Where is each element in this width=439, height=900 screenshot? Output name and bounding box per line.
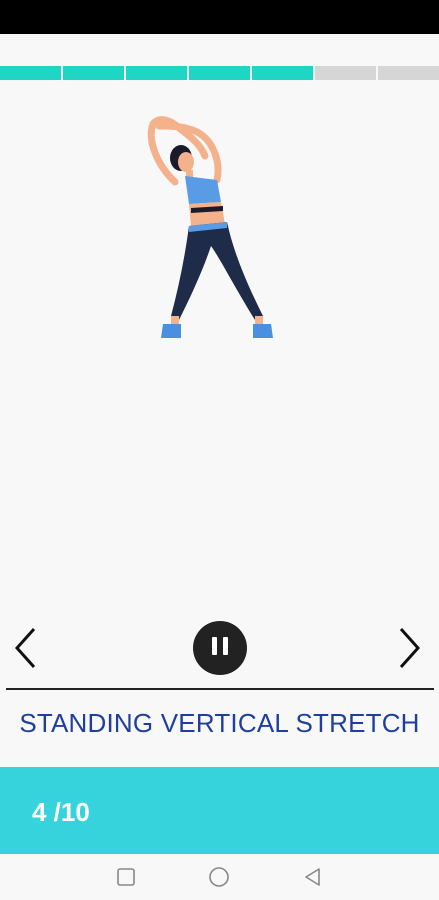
progress-segment bbox=[0, 66, 61, 80]
progress-segment bbox=[252, 66, 313, 80]
progress-segment bbox=[315, 66, 376, 80]
previous-exercise-button[interactable] bbox=[6, 622, 46, 674]
status-bar bbox=[0, 0, 439, 34]
circle-icon bbox=[209, 867, 229, 887]
back-button[interactable] bbox=[302, 866, 324, 888]
pause-icon bbox=[209, 636, 231, 660]
chevron-left-icon bbox=[14, 627, 36, 669]
exercise-counter: 4 /10 bbox=[32, 797, 90, 827]
progress-segment bbox=[63, 66, 124, 80]
woman-side-stretch-illustration bbox=[147, 116, 273, 338]
progress-segment bbox=[189, 66, 250, 80]
exercise-footer: 4 /10 bbox=[0, 767, 439, 854]
playback-controls bbox=[0, 618, 439, 678]
progress-segment bbox=[378, 66, 439, 80]
progress-segment bbox=[126, 66, 187, 80]
exercise-progress-bar bbox=[0, 66, 439, 80]
chevron-right-icon bbox=[399, 627, 421, 669]
home-button[interactable] bbox=[208, 866, 230, 888]
next-exercise-button[interactable] bbox=[389, 622, 429, 674]
divider bbox=[6, 688, 434, 690]
exercise-title: STANDING VERTICAL STRETCH bbox=[19, 708, 420, 738]
triangle-back-icon bbox=[305, 868, 320, 886]
pause-button[interactable] bbox=[193, 621, 247, 675]
recents-button[interactable] bbox=[115, 866, 137, 888]
system-navigation-bar bbox=[0, 854, 439, 900]
square-icon bbox=[117, 868, 135, 886]
